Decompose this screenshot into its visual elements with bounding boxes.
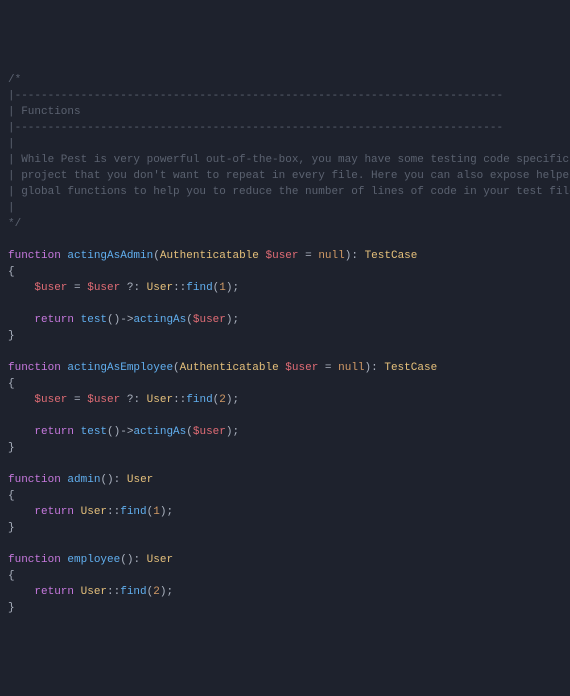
brace-close: } xyxy=(8,520,570,536)
comment-bar: |---------------------------------------… xyxy=(8,88,570,104)
fn-admin: function admin(): User xyxy=(8,472,570,488)
brace-open: { xyxy=(8,264,570,280)
brace-open: { xyxy=(8,376,570,392)
comment-pipe: | xyxy=(8,200,570,216)
brace-close: } xyxy=(8,440,570,456)
comment-line: | global functions to help you to reduce… xyxy=(8,184,570,200)
fn-actingAsAdmin: function actingAsAdmin(Authenticatable $… xyxy=(8,248,570,264)
stmt-assign: $user = $user ?: User::find(2); xyxy=(8,392,570,408)
stmt-return: return test()->actingAs($user); xyxy=(8,312,570,328)
stmt-assign: $user = $user ?: User::find(1); xyxy=(8,280,570,296)
blank-line xyxy=(8,296,570,312)
brace-open: { xyxy=(8,488,570,504)
comment-open: /* xyxy=(8,72,570,88)
comment-pipe: | xyxy=(8,136,570,152)
brace-open: { xyxy=(8,568,570,584)
comment-line: | project that you don't want to repeat … xyxy=(8,168,570,184)
stmt-return: return test()->actingAs($user); xyxy=(8,424,570,440)
comment-title: | Functions xyxy=(8,104,570,120)
brace-close: } xyxy=(8,328,570,344)
comment-bar: |---------------------------------------… xyxy=(8,120,570,136)
blank-line xyxy=(8,344,570,360)
code-editor: /*|-------------------------------------… xyxy=(8,72,570,616)
fn-actingAsEmployee: function actingAsEmployee(Authenticatabl… xyxy=(8,360,570,376)
blank-line xyxy=(8,536,570,552)
fn-employee: function employee(): User xyxy=(8,552,570,568)
blank-line xyxy=(8,456,570,472)
brace-close: } xyxy=(8,600,570,616)
stmt-return: return User::find(2); xyxy=(8,584,570,600)
comment-close: */ xyxy=(8,216,570,232)
stmt-return: return User::find(1); xyxy=(8,504,570,520)
blank-line xyxy=(8,232,570,248)
comment-line: | While Pest is very powerful out-of-the… xyxy=(8,152,570,168)
blank-line xyxy=(8,408,570,424)
